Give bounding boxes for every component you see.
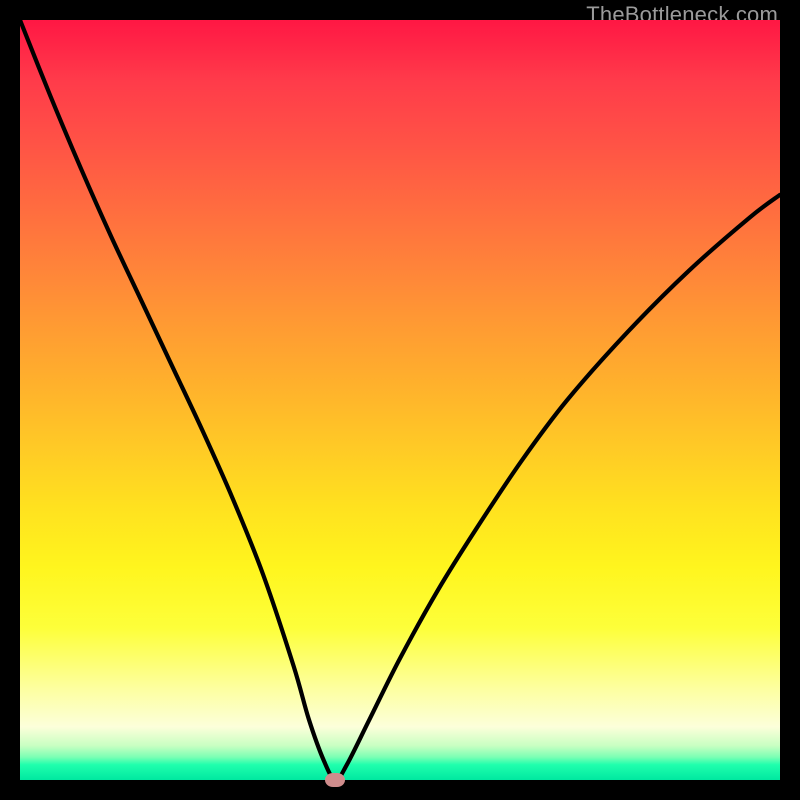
plot-area bbox=[20, 20, 780, 780]
curve-svg bbox=[20, 20, 780, 780]
optimal-point-marker bbox=[325, 773, 345, 787]
chart-frame: TheBottleneck.com bbox=[0, 0, 800, 800]
bottleneck-curve-path bbox=[20, 20, 780, 780]
